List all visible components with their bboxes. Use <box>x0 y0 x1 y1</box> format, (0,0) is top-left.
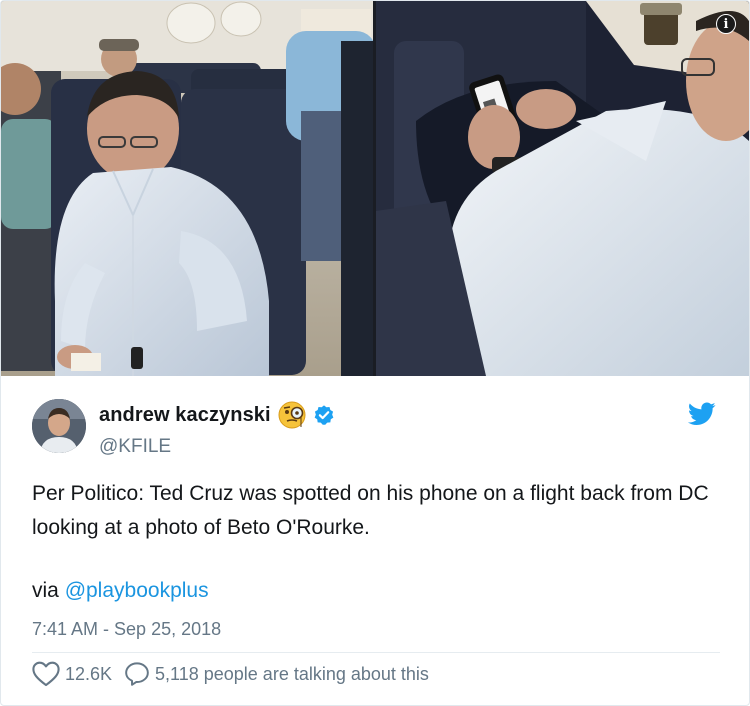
speech-bubble-icon <box>125 662 149 686</box>
verified-badge-icon <box>314 405 334 425</box>
tweet-text: Per Politico: Ted Cruz was spotted on hi… <box>32 482 709 539</box>
author-handle[interactable]: @KFILE <box>99 436 335 458</box>
passenger-reading-illustration <box>1 1 373 376</box>
tweet-actions: 12.6K 5,118 people are talking about thi… <box>32 661 429 687</box>
avatar-image <box>32 399 86 453</box>
like-button[interactable]: 12.6K <box>32 661 112 687</box>
divider <box>32 652 720 653</box>
conversation-link[interactable]: 5,118 people are talking about this <box>124 661 429 687</box>
tweet-author: andrew kaczynski @KFILE <box>32 396 722 458</box>
monocle-face-icon <box>278 401 306 429</box>
via-prefix: via <box>32 579 65 602</box>
passenger-phone-illustration <box>376 1 749 376</box>
via-line: via @playbookplus <box>32 579 209 603</box>
author-info[interactable]: andrew kaczynski @KFILE <box>99 400 335 458</box>
heart-icon <box>32 661 60 687</box>
like-count: 12.6K <box>65 663 113 684</box>
passenger-phone-photo[interactable]: i <box>376 1 749 376</box>
twitter-bird-icon[interactable] <box>688 402 716 426</box>
tweet-media[interactable]: i <box>1 1 749 376</box>
tweet-timestamp[interactable]: 7:41 AM - Sep 25, 2018 <box>32 619 221 640</box>
author-name[interactable]: andrew kaczynski <box>99 404 271 427</box>
info-icon[interactable]: i <box>716 14 736 34</box>
avatar[interactable] <box>32 399 86 453</box>
passenger-reading-photo[interactable] <box>1 1 373 376</box>
embedded-tweet: i andrew kaczynski @KFILE Per Politico: … <box>0 0 750 706</box>
mention-link[interactable]: @playbookplus <box>65 579 209 602</box>
conversation-text: 5,118 people are talking about this <box>155 663 429 684</box>
